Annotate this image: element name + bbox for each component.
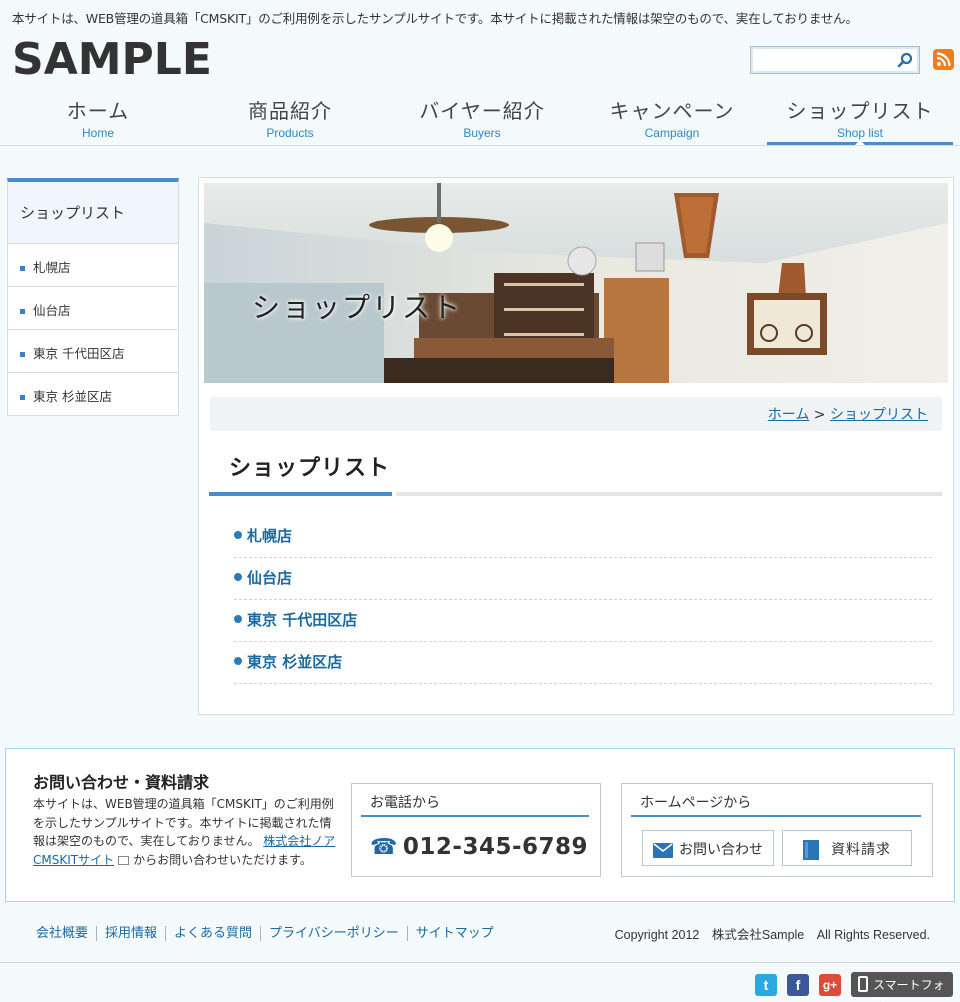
web-box-title: ホームページから [631, 792, 921, 817]
breadcrumb: ホーム > ショップリスト [210, 397, 942, 431]
request-docs-button-label: 資料請求 [831, 842, 891, 858]
bullet-icon [20, 395, 25, 400]
footer-link-faq[interactable]: よくある質問 [165, 926, 261, 941]
footer-link-recruit[interactable]: 採用情報 [96, 926, 166, 941]
smartphone-icon [858, 976, 868, 992]
sidebar-title: ショップリスト [8, 182, 178, 244]
footer-link-privacy[interactable]: プライバシーポリシー [260, 926, 407, 941]
nav-home-sublabel: Home [81, 126, 114, 140]
title-underline [396, 492, 942, 496]
sidebar-item-suginami[interactable]: 東京 杉並区店 [8, 373, 178, 416]
external-link-icon [118, 855, 130, 865]
banner-title: ショップリスト [252, 291, 463, 324]
sidebar-item-label: 東京 千代田区店 [33, 346, 125, 361]
inquiry-button-label: お問い合わせ [679, 842, 763, 858]
search-input[interactable] [751, 47, 891, 73]
nav-shop-list-sublabel: Shop list [836, 126, 884, 140]
google-plus-icon[interactable]: g+ [819, 974, 841, 996]
shop-link-label: 東京 千代田区店 [247, 611, 358, 629]
nav-shop-list-label: ショップリスト [786, 99, 934, 123]
sidebar-item-label: 仙台店 [33, 303, 71, 318]
web-contact-box: ホームページから お問い合わせ 資料請求 [621, 783, 933, 877]
global-nav: ホーム Home 商品紹介 Products バイヤー紹介 Buyers キャン… [0, 92, 960, 146]
shop-link-sendai[interactable]: 仙台店 [234, 558, 932, 600]
contact-section: お問い合わせ・資料請求 本サイトは、WEB管理の道具箱「CMSKIT」のご利用例… [5, 748, 955, 902]
contact-title: お問い合わせ・資料請求 [33, 773, 210, 792]
shop-banner-image: ショップリスト [204, 183, 948, 383]
footer-link-company[interactable]: 会社概要 [28, 926, 96, 941]
nav-campaign[interactable]: キャンペーン Campaign [577, 92, 767, 145]
mail-icon [653, 842, 673, 858]
site-notice: 本サイトは、WEB管理の道具箱「CMSKIT」のご利用例を示したサンプルサイトで… [12, 11, 858, 26]
nav-campaign-label: キャンペーン [609, 99, 735, 123]
phone-icon: ☎ [370, 835, 398, 860]
nav-home[interactable]: ホーム Home [3, 92, 193, 145]
footer-nav: 会社概要 採用情報 よくある質問 プライバシーポリシー サイトマップ [28, 922, 502, 941]
bullet-icon [234, 615, 242, 623]
phone-number[interactable]: ☎ 012-345-6789 [370, 834, 588, 860]
shop-link-label: 札幌店 [247, 527, 293, 545]
footer-link-sitemap[interactable]: サイトマップ [406, 926, 502, 941]
phone-number-text: 012-345-6789 [402, 834, 589, 860]
bullet-icon [20, 352, 25, 357]
footer-divider [0, 962, 960, 963]
nav-campaign-sublabel: Campaign [644, 126, 700, 140]
contact-description: 本サイトは、WEB管理の道具箱「CMSKIT」のご利用例を示したサンプルサイトで… [33, 795, 338, 869]
nav-shop-list[interactable]: ショップリスト Shop list [767, 92, 953, 145]
shop-link-label: 東京 杉並区店 [247, 653, 343, 671]
nav-buyers-sublabel: Buyers [463, 126, 501, 140]
shop-link-chiyoda[interactable]: 東京 千代田区店 [234, 600, 932, 642]
sidebar-item-chiyoda[interactable]: 東京 千代田区店 [8, 330, 178, 373]
contact-text-tail: からお問い合わせいただけます。 [133, 852, 312, 867]
phone-box: お電話から ☎ 012-345-6789 [351, 783, 601, 877]
phone-box-title: お電話から [361, 792, 589, 817]
bullet-icon [234, 531, 242, 539]
smartphone-view-button[interactable]: スマートフォン [851, 972, 953, 1002]
sidebar-item-sendai[interactable]: 仙台店 [8, 287, 178, 330]
rss-icon[interactable] [933, 49, 954, 70]
twitter-icon[interactable]: t [755, 974, 777, 996]
bullet-icon [234, 657, 242, 665]
nav-buyers[interactable]: バイヤー紹介 Buyers [387, 92, 577, 145]
bullet-icon [20, 266, 25, 271]
breadcrumb-separator: > [809, 407, 830, 423]
banner-photo [204, 183, 948, 383]
page-title: ショップリスト [229, 456, 391, 481]
request-docs-button[interactable]: 資料請求 [782, 830, 912, 866]
bullet-icon [20, 309, 25, 314]
main-content: ショップリスト ホーム > ショップリスト ショップリスト 札幌店 仙台店 東京… [198, 177, 954, 715]
search-box [750, 46, 920, 74]
nav-products-label: 商品紹介 [248, 99, 332, 123]
sidebar-item-label: 札幌店 [33, 260, 71, 275]
bullet-icon [234, 573, 242, 581]
active-indicator [855, 140, 865, 145]
shop-list: 札幌店 仙台店 東京 千代田区店 東京 杉並区店 [234, 516, 932, 684]
shop-link-suginami[interactable]: 東京 杉並区店 [234, 642, 932, 684]
facebook-icon[interactable]: f [787, 974, 809, 996]
inquiry-button[interactable]: お問い合わせ [642, 830, 774, 866]
sidebar-item-sapporo[interactable]: 札幌店 [8, 244, 178, 287]
shop-link-sapporo[interactable]: 札幌店 [234, 516, 932, 558]
breadcrumb-current-link[interactable]: ショップリスト [830, 407, 928, 423]
sidebar-item-label: 東京 杉並区店 [33, 389, 112, 404]
site-logo[interactable]: SAMPLE [12, 34, 212, 85]
breadcrumb-home-link[interactable]: ホーム [768, 407, 810, 423]
shop-link-label: 仙台店 [247, 569, 293, 587]
sidebar: ショップリスト 札幌店 仙台店 東京 千代田区店 東京 杉並区店 [7, 178, 179, 416]
nav-products-sublabel: Products [266, 126, 314, 140]
nav-home-label: ホーム [66, 99, 130, 123]
document-icon [803, 840, 819, 860]
smartphone-label: スマートフォン [873, 978, 945, 1002]
search-icon[interactable] [897, 52, 913, 68]
copyright: Copyright 2012 株式会社Sample All Rights Res… [614, 928, 930, 942]
title-underline-accent [209, 492, 392, 496]
nav-products[interactable]: 商品紹介 Products [195, 92, 385, 145]
nav-buyers-label: バイヤー紹介 [419, 99, 545, 123]
